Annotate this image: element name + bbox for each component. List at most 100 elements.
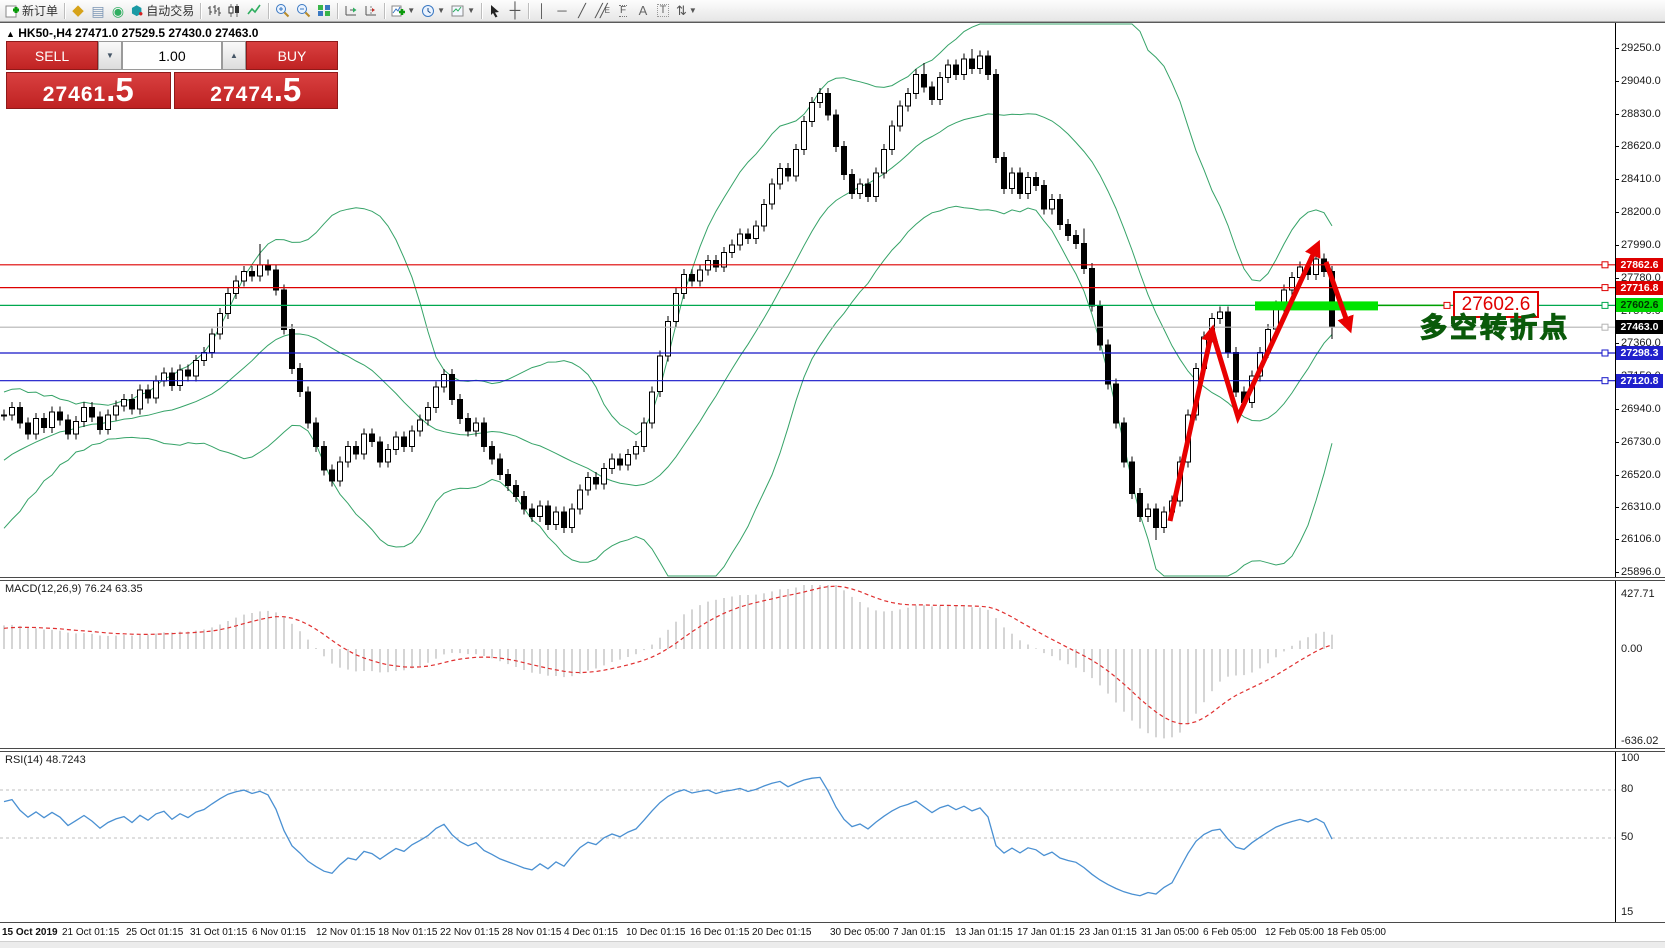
tile-windows-button[interactable] [314,1,334,21]
level-line-handle[interactable] [1602,324,1608,330]
market-watch-button[interactable]: ▤ [88,1,108,21]
time-axis-label: 12 Feb 05:00 [1265,927,1324,938]
chart-canvas[interactable] [0,0,1665,948]
zoom-out-icon [296,3,311,18]
text-button[interactable]: A [633,1,653,21]
price-level-badge: 27862.6 [1616,258,1663,272]
line-chart-button[interactable] [244,1,265,21]
volume-increase-button[interactable]: ▲ [222,41,246,70]
templates-icon [451,4,465,18]
price-tick-label: 28830.0 [1621,108,1661,120]
volume-decrease-button[interactable]: ▼ [98,41,122,70]
horizontal-line-button[interactable]: ─ [552,1,572,21]
time-axis-label: 7 Jan 01:15 [893,927,945,938]
rsi-axis-label: 15 [1621,906,1633,918]
macd-axis-label: 427.71 [1621,588,1655,600]
chart-shift-icon [364,4,378,17]
volume-input[interactable]: 1.00 [122,41,222,70]
cursor-button[interactable] [485,1,505,21]
candlestick-chart-button[interactable] [224,1,244,21]
time-axis-label: 10 Dec 01:15 [626,927,686,938]
fibonacci-icon: F [619,5,627,17]
price-level-badge: 27716.8 [1616,281,1663,295]
time-axis-label: 4 Dec 01:15 [564,927,618,938]
level-line-handle[interactable] [1602,262,1608,268]
horizontal-line-icon: ─ [557,4,566,17]
tile-windows-icon [317,4,331,17]
support-highlight-bar [1255,301,1378,310]
price-tick-mark [1615,212,1619,213]
monitor-icon: ▤ [91,4,104,18]
price-level-badge: 27120.8 [1616,374,1663,388]
fibonacci-button[interactable]: F [613,1,633,21]
sell-button[interactable]: SELL [6,41,98,70]
text-label-button[interactable]: T [653,1,673,21]
price-tick-label: 26106.0 [1621,533,1661,545]
bar-chart-button[interactable] [204,1,224,21]
price-tick-label: 26940.0 [1621,403,1661,415]
vertical-line-button[interactable]: │ [532,1,552,21]
time-axis-label: 31 Oct 01:15 [190,927,247,938]
publisher-button[interactable]: ◉ [108,1,128,21]
periods-button[interactable]: ▼ [418,1,448,21]
history-center-button[interactable]: ◆ [68,1,88,21]
toolbar-separator [64,3,65,19]
time-axis-label: 12 Nov 01:15 [316,927,376,938]
buy-price-display[interactable]: 27474 .5 [174,72,339,109]
cursor-icon [489,4,501,18]
trend-arrow-up-1[interactable] [1170,331,1212,521]
vertical-line-icon: │ [538,4,546,17]
channel-button[interactable]: ╱╱E [592,1,613,21]
sell-price-display[interactable]: 27461 .5 [6,72,171,109]
rsi-axis-label: 100 [1621,752,1639,764]
time-axis-label: 15 Oct 2019 [2,927,58,938]
line-chart-icon [247,4,262,17]
price-tick-label: 28200.0 [1621,206,1661,218]
indicators-button[interactable]: ▼ [388,1,418,21]
price-tick-mark [1615,81,1619,82]
caret-down-icon: ▼ [106,51,114,60]
dropdown-caret-icon: ▼ [407,6,415,15]
time-axis-label: 30 Dec 05:00 [830,927,890,938]
level-line-handle[interactable] [1602,285,1608,291]
macd-axis-label: 0.00 [1621,643,1642,655]
new-order-label: 新订单 [22,2,58,19]
price-tick-label: 29250.0 [1621,42,1661,54]
chart-shift-button[interactable] [361,1,381,21]
price-tick-mark [1615,475,1619,476]
sell-price-fraction: .5 [106,75,134,105]
price-tick-label: 28620.0 [1621,140,1661,152]
price-tick-label: 26520.0 [1621,469,1661,481]
time-axis-label: 6 Nov 01:15 [252,927,306,938]
sell-price-main: 27461 [43,83,106,107]
time-axis-label: 17 Jan 01:15 [1017,927,1075,938]
price-tick-label: 25896.0 [1621,566,1661,578]
channel-icon: ╱╱ [595,4,605,17]
autotrading-button[interactable]: ⬢● 自动交易 [128,1,197,21]
zoom-out-button[interactable] [293,1,314,21]
zoom-in-button[interactable] [272,1,293,21]
zoom-in-icon [275,3,290,18]
level-line-handle[interactable] [1602,350,1608,356]
new-order-button[interactable]: 新订单 [2,1,61,21]
arrows-icon: ⇅ [676,4,687,17]
toolbar-separator [200,3,201,19]
dropdown-caret-icon: ▼ [689,6,697,15]
price-tick-mark [1615,146,1619,147]
auto-scroll-button[interactable] [341,1,361,21]
price-tick-mark [1615,114,1619,115]
price-tick-mark [1615,442,1619,443]
trendline-button[interactable]: ╱ [572,1,592,21]
price-tick-mark [1615,245,1619,246]
bar-chart-icon [207,4,221,17]
auto-scroll-icon [344,4,358,17]
buy-button[interactable]: BUY [246,41,338,70]
bollinger-band-line [4,114,1332,486]
level-line-handle[interactable] [1602,302,1608,308]
templates-button[interactable]: ▼ [448,1,478,21]
toolbar-separator [337,3,338,19]
arrows-button[interactable]: ⇅▼ [673,1,700,21]
crosshair-button[interactable]: ┼ [505,1,525,21]
collapse-triangle-icon[interactable]: ▲ [6,29,15,39]
level-line-handle[interactable] [1602,378,1608,384]
